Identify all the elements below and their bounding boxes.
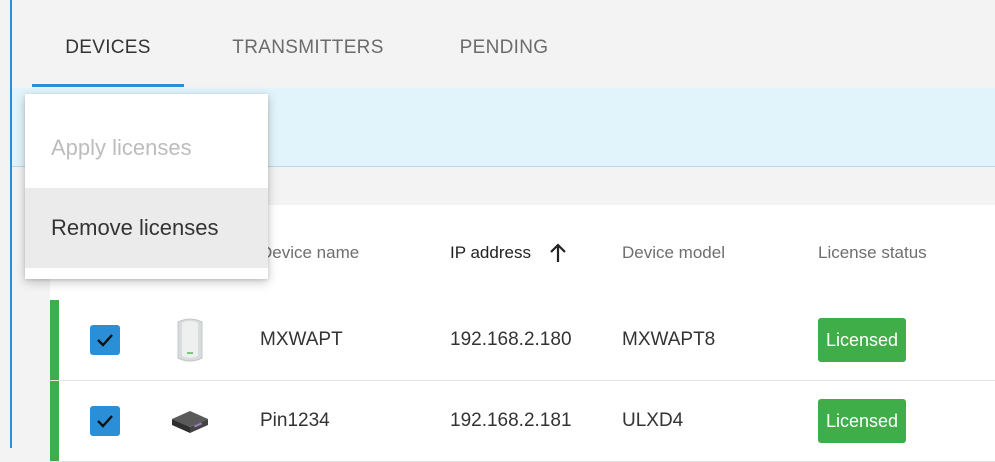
license-status-badge: Licensed bbox=[818, 318, 907, 362]
tab-bar: DEVICES TRANSMITTERS PENDING bbox=[12, 10, 995, 89]
tab-devices[interactable]: DEVICES bbox=[32, 10, 184, 86]
column-header-license-status[interactable]: License status bbox=[818, 205, 927, 300]
device-model: ULXD4 bbox=[622, 410, 684, 431]
column-header-ip-address[interactable]: IP address bbox=[450, 205, 567, 300]
device-name[interactable]: MXWAPT bbox=[260, 300, 343, 380]
tab-pending[interactable]: PENDING bbox=[444, 10, 564, 86]
license-actions-menu: Apply licenses Remove licenses bbox=[25, 94, 268, 279]
device-model: MXWAPT8 bbox=[622, 329, 716, 350]
ip-address: 192.168.2.181 bbox=[450, 410, 572, 431]
column-header-label: IP address bbox=[450, 242, 531, 262]
column-header-device-name[interactable]: Device name bbox=[260, 205, 359, 300]
device-name[interactable]: Pin1234 bbox=[260, 381, 330, 461]
row-checkbox[interactable] bbox=[90, 406, 120, 436]
menu-item-apply-licenses[interactable]: Apply licenses bbox=[25, 108, 268, 188]
ip-address: 192.168.2.180 bbox=[450, 329, 572, 350]
arrow-up-icon[interactable] bbox=[549, 242, 567, 263]
menu-item-remove-licenses[interactable]: Remove licenses bbox=[25, 188, 268, 268]
license-status-badge: Licensed bbox=[818, 399, 907, 443]
tab-transmitters[interactable]: TRANSMITTERS bbox=[208, 10, 408, 86]
active-tab-indicator bbox=[32, 84, 184, 87]
column-header-device-model[interactable]: Device model bbox=[622, 205, 725, 300]
row-checkbox[interactable] bbox=[90, 325, 120, 355]
table-row[interactable]: Pin1234 192.168.2.181 ULXD4 Licensed bbox=[50, 381, 995, 462]
access-point-icon bbox=[168, 314, 212, 366]
row-status-accent bbox=[50, 381, 59, 461]
receiver-device-icon bbox=[168, 395, 212, 447]
checkmark-icon bbox=[97, 334, 113, 347]
row-status-accent bbox=[50, 300, 59, 380]
table-row[interactable]: MXWAPT 192.168.2.180 MXWAPT8 Licensed bbox=[50, 300, 995, 381]
checkmark-icon bbox=[97, 415, 113, 428]
